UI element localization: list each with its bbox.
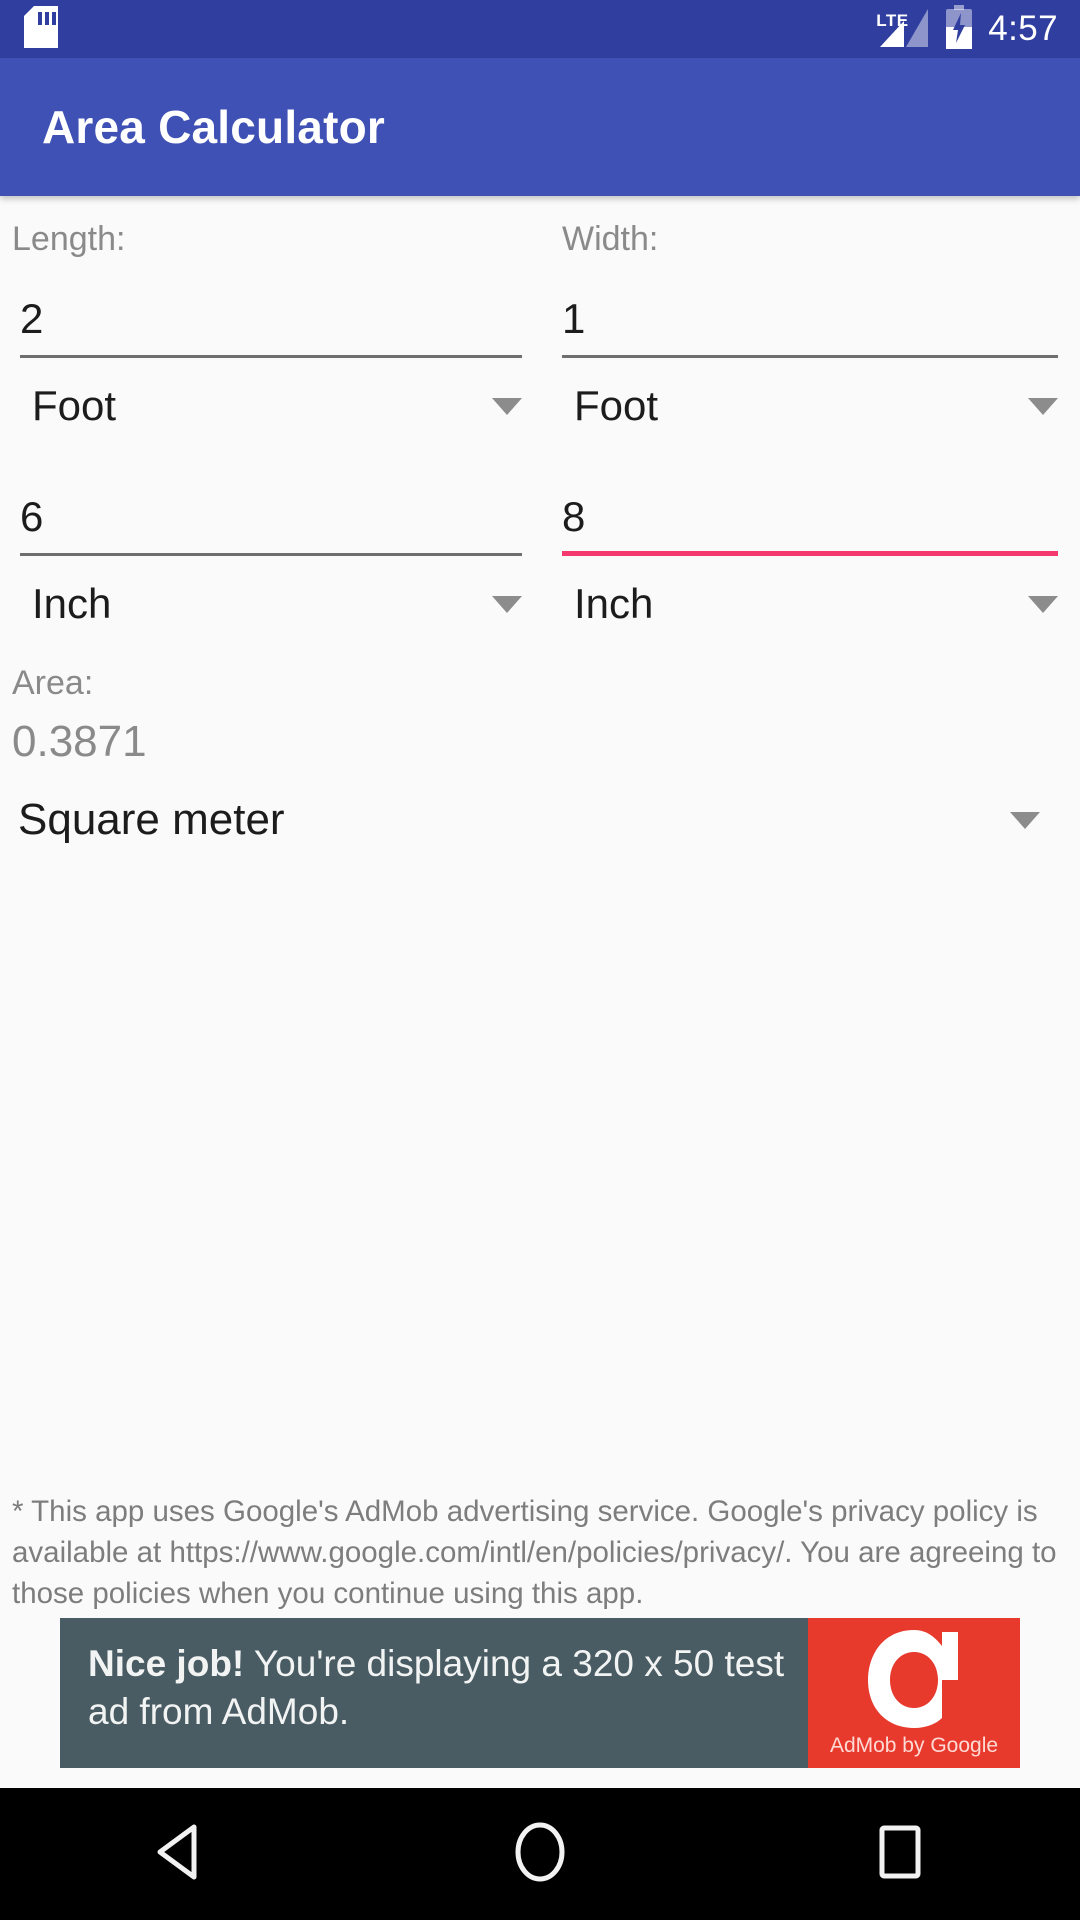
length-inch-input[interactable]: 6 [20, 484, 522, 556]
chevron-down-icon [1028, 397, 1058, 415]
length-feet-unit-value: Foot [32, 382, 117, 429]
width-primary-field-row: 1 [540, 256, 1080, 358]
primary-row: Length: 2 Foot Width: 1 Foot [0, 196, 1080, 454]
home-circle-icon [511, 1821, 569, 1888]
width-column: Width: 1 Foot [540, 196, 1080, 454]
length-inch-unit-value: Inch [32, 580, 112, 627]
chevron-down-icon [1028, 595, 1058, 613]
length-secondary-field-row: 6 [0, 454, 540, 556]
length-column: Length: 2 Foot [0, 196, 540, 454]
status-bar-clock: 4:57 [988, 8, 1058, 48]
back-triangle-icon [154, 1823, 206, 1886]
admob-logo-icon [868, 1630, 958, 1728]
width-feet-value: 1 [562, 295, 586, 342]
width-inch-unit-spinner[interactable]: Inch [562, 556, 1058, 652]
signal-bars-icon: LTE [876, 9, 930, 49]
area-unit-value: Square meter [18, 795, 285, 844]
width-inch-unit-value: Inch [574, 580, 654, 627]
status-bar: LTE 4:57 [0, 0, 1080, 58]
ad-text: Nice job! You're displaying a 320 x 50 t… [88, 1640, 798, 1736]
width-secondary-field-row: 8 [540, 454, 1080, 556]
area-result-block: Area: 0.3871 [0, 652, 1080, 764]
network-type-label: LTE [876, 11, 909, 30]
width-feet-unit-value: Foot [574, 382, 659, 429]
nav-back-button[interactable] [100, 1788, 260, 1920]
length-label: Length: [12, 220, 126, 258]
android-nav-bar [0, 1788, 1080, 1920]
chevron-down-icon [492, 595, 522, 613]
main-content: Length: 2 Foot Width: 1 Foot 6 Inch 8 In… [0, 196, 1080, 1788]
width-inch-input[interactable]: 8 [562, 484, 1058, 556]
length-primary-field-row: 2 [0, 256, 540, 358]
app-bar: Area Calculator [0, 58, 1080, 196]
admob-logo-pane: AdMob by Google [808, 1618, 1020, 1768]
ad-text-pane: Nice job! You're displaying a 320 x 50 t… [60, 1618, 808, 1768]
area-value: 0.3871 [12, 717, 147, 766]
width-feet-unit-spinner[interactable]: Foot [562, 358, 1058, 454]
chevron-down-icon [1010, 811, 1040, 829]
nav-home-button[interactable] [460, 1788, 620, 1920]
recents-square-icon [875, 1823, 925, 1886]
ad-banner[interactable]: Nice job! You're displaying a 320 x 50 t… [60, 1618, 1020, 1768]
status-bar-left [24, 5, 58, 53]
length-inch-value: 6 [20, 493, 44, 540]
width-secondary-column: 8 Inch [540, 454, 1080, 652]
length-secondary-column: 6 Inch [0, 454, 540, 652]
admob-privacy-disclaimer: * This app uses Google's AdMob advertisi… [12, 1495, 1057, 1610]
width-inch-value: 8 [562, 493, 586, 540]
length-feet-input[interactable]: 2 [20, 286, 522, 358]
battery-charging-icon [944, 4, 974, 54]
sd-card-icon [24, 5, 58, 53]
secondary-row: 6 Inch 8 Inch [0, 454, 1080, 652]
area-unit-spinner[interactable]: Square meter [0, 774, 1040, 866]
page-title: Area Calculator [42, 101, 386, 153]
area-label: Area: [12, 664, 94, 702]
status-bar-right: LTE 4:57 [876, 4, 1058, 54]
phone-screen: LTE 4:57 Area Calculator Length: 2 Foot … [0, 0, 1080, 1920]
admob-caption: AdMob by Google [829, 1734, 999, 1757]
length-feet-unit-spinner[interactable]: Foot [20, 358, 522, 454]
nav-recents-button[interactable] [820, 1788, 980, 1920]
ad-headline: Nice job! [88, 1643, 245, 1684]
length-feet-value: 2 [20, 295, 44, 342]
width-feet-input[interactable]: 1 [562, 286, 1058, 358]
width-label: Width: [562, 220, 659, 258]
length-inch-unit-spinner[interactable]: Inch [20, 556, 522, 652]
chevron-down-icon [492, 397, 522, 415]
